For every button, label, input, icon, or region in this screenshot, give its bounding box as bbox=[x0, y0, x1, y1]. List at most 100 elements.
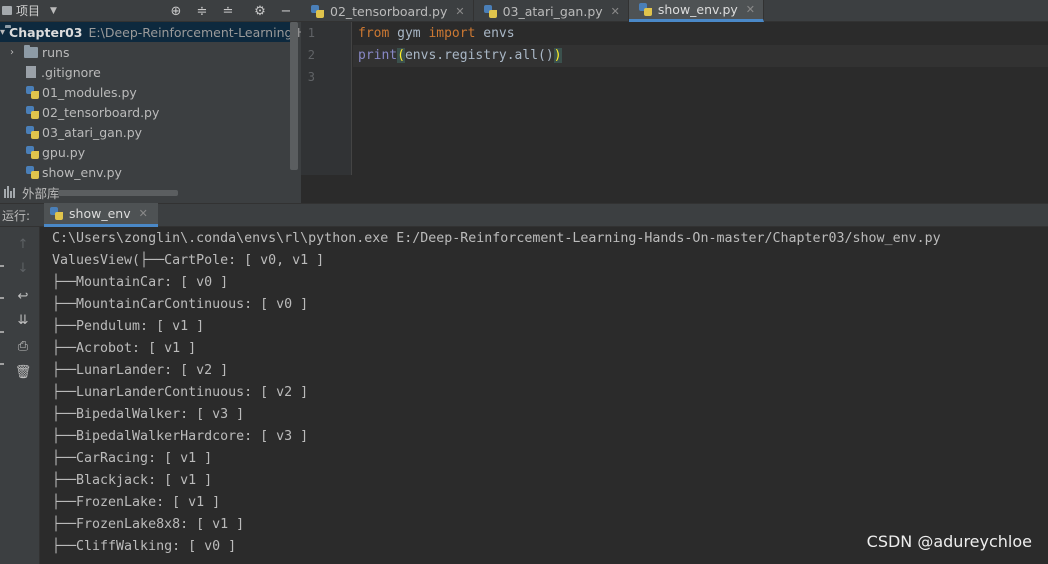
folder-icon bbox=[24, 44, 38, 58]
chevron-right-icon[interactable]: › bbox=[6, 47, 18, 58]
editor-tab-bar: 02_tensorboard.py ✕ 03_atari_gan.py ✕ sh… bbox=[301, 0, 1048, 22]
project-toolbar: 项目 ▼ ⊕ ≑ ≐ ⚙ − bbox=[0, 0, 301, 22]
print-icon[interactable]: ⎙ bbox=[14, 337, 32, 355]
console-line: ├──CliffWalking: [ v0 ] bbox=[52, 539, 237, 554]
close-icon[interactable]: ✕ bbox=[746, 3, 755, 16]
close-icon[interactable]: ✕ bbox=[455, 5, 464, 18]
side-marker bbox=[0, 331, 4, 333]
tree-item-02-tensorboard[interactable]: 02_tensorboard.py bbox=[26, 102, 159, 122]
line-number: 1 bbox=[307, 26, 315, 40]
chevron-down-icon[interactable]: ▼ bbox=[50, 6, 57, 16]
run-tab-show-env[interactable]: show_env ✕ bbox=[44, 203, 158, 227]
project-view-label[interactable]: 项目 bbox=[16, 2, 40, 19]
locate-file-icon[interactable]: ⊕ bbox=[167, 2, 185, 20]
line-number-gutter: 1 2 3 bbox=[301, 22, 352, 175]
library-icon bbox=[4, 186, 18, 198]
python-file-icon bbox=[26, 145, 39, 159]
project-icon bbox=[2, 6, 12, 15]
run-side-toolbar: ↑ ↓ ↩ ⇊ ⎙ 🗑 bbox=[0, 227, 40, 564]
python-file-icon bbox=[483, 4, 497, 18]
hide-panel-icon[interactable]: − bbox=[277, 2, 295, 20]
trash-icon[interactable]: 🗑 bbox=[14, 363, 32, 381]
code-module: gym bbox=[389, 26, 429, 41]
expand-all-icon[interactable]: ≑ bbox=[193, 2, 211, 20]
run-console[interactable]: C:\Users\zonglin\.conda\envs\rl\python.e… bbox=[41, 227, 1048, 564]
arrow-up-icon[interactable]: ↑ bbox=[14, 235, 32, 253]
tree-item-label: runs bbox=[42, 44, 70, 60]
console-line: ├──Blackjack: [ v1 ] bbox=[52, 473, 213, 488]
collapse-all-icon[interactable]: ≐ bbox=[219, 2, 237, 20]
code-name: envs bbox=[475, 26, 515, 41]
tree-item-runs[interactable]: › runs bbox=[6, 42, 70, 62]
console-line: ├──MountainCarContinuous: [ v0 ] bbox=[52, 297, 309, 312]
arrow-down-icon[interactable]: ↓ bbox=[14, 259, 32, 277]
python-file-icon bbox=[311, 4, 324, 18]
tab-label: 02_tensorboard.py bbox=[330, 3, 448, 19]
project-tree: ▾ Chapter03 E:\Deep-Reinforcement-Learni… bbox=[0, 22, 314, 203]
tree-item-show-env[interactable]: show_env.py bbox=[26, 162, 122, 182]
keyword-import: import bbox=[428, 26, 476, 41]
tree-root-chapter03[interactable]: ▾ Chapter03 E:\Deep-Reinforcement-Learni… bbox=[0, 22, 314, 42]
console-line: ├──Pendulum: [ v1 ] bbox=[52, 319, 205, 334]
tree-item-gitignore[interactable]: .gitignore bbox=[26, 62, 101, 82]
tree-item-gpu[interactable]: gpu.py bbox=[26, 142, 85, 162]
editor-bottom-area bbox=[301, 175, 1048, 201]
close-icon[interactable]: ✕ bbox=[611, 5, 620, 18]
console-line: ValuesView(├──CartPole: [ v0, v1 ] bbox=[52, 253, 325, 268]
run-tab-label: show_env bbox=[69, 206, 131, 221]
console-line: ├──CarRacing: [ v1 ] bbox=[52, 451, 213, 466]
tree-root-name: Chapter03 bbox=[9, 24, 83, 40]
code-line-2[interactable]: print(envs.registry.all()) bbox=[358, 45, 562, 67]
side-marker bbox=[0, 297, 4, 299]
console-line: ├──FrozenLake: [ v1 ] bbox=[52, 495, 221, 510]
chevron-down-icon[interactable]: ▾ bbox=[0, 27, 5, 38]
keyword-from: from bbox=[358, 26, 390, 41]
side-marker bbox=[0, 265, 4, 267]
tree-item-label: 02_tensorboard.py bbox=[42, 104, 160, 120]
console-line: ├──Acrobot: [ v1 ] bbox=[52, 341, 197, 356]
paren-close: ) bbox=[553, 48, 562, 63]
console-line: ├──BipedalWalker: [ v3 ] bbox=[52, 407, 245, 422]
python-file-icon bbox=[26, 85, 39, 99]
tree-item-label: .gitignore bbox=[41, 64, 101, 80]
side-marker bbox=[0, 363, 4, 365]
console-line: ├──BipedalWalkerHardcore: [ v3 ] bbox=[52, 429, 309, 444]
tab-show-env[interactable]: show_env.py ✕ bbox=[628, 0, 764, 22]
tab-label: 03_atari_gan.py bbox=[502, 3, 603, 19]
python-file-icon bbox=[50, 207, 64, 220]
console-line: ├──LunarLanderContinuous: [ v2 ] bbox=[52, 385, 309, 400]
gear-icon[interactable]: ⚙ bbox=[251, 2, 269, 20]
builtin-print: print bbox=[358, 48, 398, 63]
tree-item-label: 03_atari_gan.py bbox=[42, 124, 143, 140]
tree-item-label: gpu.py bbox=[42, 144, 86, 160]
console-line: ├──MountainCar: [ v0 ] bbox=[52, 275, 229, 290]
tree-item-03-atari-gan[interactable]: 03_atari_gan.py bbox=[26, 122, 142, 142]
python-file-icon bbox=[26, 105, 39, 119]
code-line-1[interactable]: from gym import envs bbox=[358, 23, 515, 45]
tree-scrollbar-vertical[interactable] bbox=[290, 22, 298, 170]
run-tool-header: 运行: show_env ✕ bbox=[0, 203, 1048, 227]
console-line: ├──LunarLander: [ v2 ] bbox=[52, 363, 229, 378]
run-title: 运行: bbox=[2, 208, 31, 223]
tab-03-atari-gan[interactable]: 03_atari_gan.py ✕ bbox=[474, 0, 629, 22]
tree-scrollbar-horizontal[interactable] bbox=[58, 190, 178, 196]
tree-item-label: show_env.py bbox=[42, 164, 122, 180]
close-icon[interactable]: ✕ bbox=[139, 207, 148, 220]
line-number: 3 bbox=[307, 70, 315, 84]
tree-item-01-modules[interactable]: 01_modules.py bbox=[26, 82, 137, 102]
scroll-to-end-icon[interactable]: ⇊ bbox=[14, 311, 32, 329]
tab-label: show_env.py bbox=[657, 2, 738, 17]
soft-wrap-icon[interactable]: ↩ bbox=[14, 287, 32, 305]
python-file-icon bbox=[638, 3, 652, 16]
code-args: envs.registry.all() bbox=[404, 48, 554, 63]
tree-item-external-libraries[interactable]: 外部库 bbox=[0, 182, 60, 202]
watermark: CSDN @adureychloe bbox=[866, 532, 1032, 551]
console-line: ├──FrozenLake8x8: [ v1 ] bbox=[52, 517, 245, 532]
python-file-icon bbox=[26, 165, 39, 179]
code-editor[interactable]: 1 2 3 from gym import envs print(envs.re… bbox=[301, 22, 1048, 175]
line-number: 2 bbox=[307, 48, 315, 62]
tree-item-label: 外部库 bbox=[22, 185, 60, 201]
paren-open: ( bbox=[397, 48, 405, 63]
tab-02-tensorboard[interactable]: 02_tensorboard.py ✕ bbox=[301, 0, 474, 22]
console-line: C:\Users\zonglin\.conda\envs\rl\python.e… bbox=[52, 231, 941, 246]
